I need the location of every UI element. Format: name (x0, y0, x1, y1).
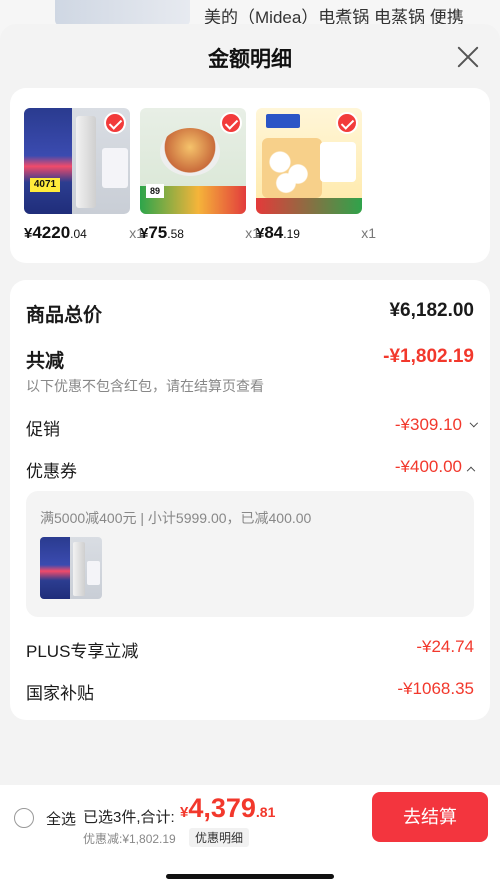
coupon-detail-box: 满5000减400元 | 小计5999.00，已减400.00 (26, 491, 474, 617)
product-quantity: x1 (361, 225, 376, 241)
product-item[interactable]: 4071 ¥4220.04 x1 (24, 108, 144, 242)
product-image (256, 108, 362, 214)
saved-amount: 优惠减:¥1,802.19 (83, 832, 176, 846)
sheet-title: 金额明细 (208, 48, 292, 71)
product-price: ¥75.58 (140, 223, 184, 242)
promotion-value: -¥309.10 (395, 415, 479, 435)
product-item[interactable]: ¥84.19 x1 (256, 108, 376, 242)
product-price: ¥4220.04 (24, 223, 87, 242)
coupon-product-image (40, 537, 102, 599)
discount-detail-button[interactable]: 优惠明细 (189, 828, 250, 847)
amount-detail-sheet: 金额明细 4071 ¥4220.04 x1 89 ¥75.58 x1 ¥84.1… (0, 24, 500, 891)
coupon-value: -¥400.00 (395, 457, 476, 477)
total-price-label: 商品总价 (26, 305, 103, 326)
product-list: 4071 ¥4220.04 x1 89 ¥75.58 x1 ¥84.19 x1 (10, 88, 490, 263)
promotion-label: 促销 (26, 420, 60, 439)
checkout-button[interactable]: 去结算 (372, 792, 488, 842)
product-price: ¥84.19 (256, 223, 300, 242)
home-indicator (166, 874, 334, 879)
selected-count: 已选3件,合计: (83, 809, 175, 826)
select-all-label[interactable]: 全选 (46, 808, 76, 829)
product-image: 89 (140, 108, 246, 214)
plus-discount-value: -¥24.74 (416, 637, 474, 656)
close-icon[interactable] (456, 44, 480, 68)
product-image: 4071 (24, 108, 130, 214)
total-amount: ¥4,379.81 (180, 793, 276, 823)
product-price-tag: 89 (146, 184, 164, 198)
chevron-down-icon[interactable] (469, 418, 479, 427)
product-price-tag: 4071 (30, 178, 60, 192)
total-price-value: ¥6,182.00 (389, 300, 474, 321)
chevron-up-icon[interactable] (466, 466, 476, 475)
total-reduce-label: 共减 (26, 351, 65, 372)
checked-icon[interactable] (220, 112, 242, 134)
background-product-thumbnail (55, 0, 190, 26)
sheet-header: 金额明细 (0, 24, 500, 84)
plus-discount-label: PLUS专享立减 (26, 642, 139, 661)
reduce-note: 以下优惠不包含红包，请在结算页查看 (26, 378, 264, 394)
coupon-label: 优惠券 (26, 462, 77, 481)
checked-icon[interactable] (336, 112, 358, 134)
checked-icon[interactable] (104, 112, 126, 134)
coupon-detail-text: 满5000减400元 | 小计5999.00，已减400.00 (40, 510, 312, 526)
amount-details: 商品总价 ¥6,182.00 共减 -¥1,802.19 以下优惠不包含红包，请… (10, 280, 490, 720)
national-subsidy-value: -¥1068.35 (397, 679, 474, 698)
national-subsidy-label: 国家补贴 (26, 684, 94, 703)
select-all-radio[interactable] (14, 808, 34, 828)
total-reduce-value: -¥1,802.19 (383, 346, 474, 367)
product-item[interactable]: 89 ¥75.58 x1 (140, 108, 260, 242)
